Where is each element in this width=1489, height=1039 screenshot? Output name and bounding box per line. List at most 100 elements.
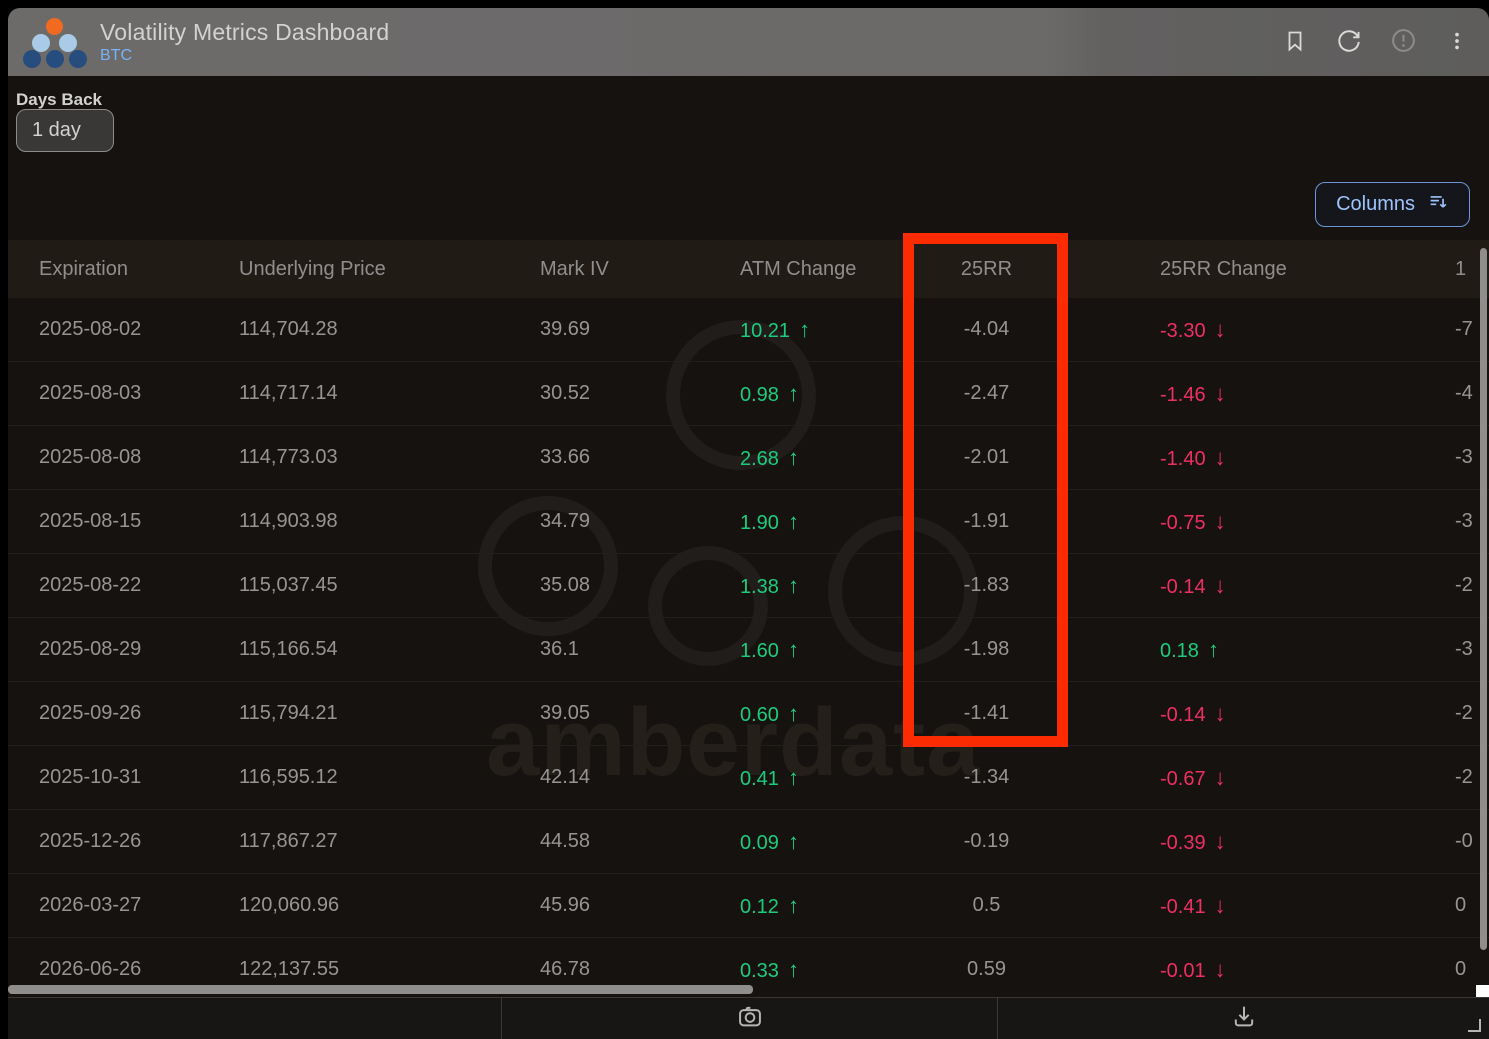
bookmark-button[interactable] [1281, 28, 1309, 56]
vertical-scrollbar[interactable] [1480, 248, 1487, 950]
cell-25rr: -2.47 [905, 382, 1068, 405]
column-header-expiration[interactable]: Expiration [8, 258, 239, 281]
arrow-down-icon: ↓ [1215, 445, 1226, 470]
column-header-mark-iv[interactable]: Mark IV [540, 258, 740, 281]
arrow-down-icon: ↓ [1215, 701, 1226, 726]
cell-25rr: -1.98 [905, 638, 1068, 661]
cell-25rr: -1.83 [905, 574, 1068, 597]
cell-25rr-change: -0.75↓ [1068, 509, 1363, 535]
cell-atm-change-value: 10.21 [740, 320, 790, 342]
arrow-up-icon: ↑ [799, 317, 810, 342]
cell-next-column-partial: -2 [1363, 766, 1489, 789]
cell-atm-change-value: 0.60 [740, 704, 779, 726]
columns-button[interactable]: Columns [1315, 182, 1470, 227]
cell-25rr: -1.91 [905, 510, 1068, 533]
cell-atm-change-value: 1.38 [740, 576, 779, 598]
cell-25rr-change: -0.14 ↓ [1068, 701, 1363, 727]
table-row: 2025-08-15114,903.9834.791.90↑-1.91-0.75… [8, 490, 1489, 554]
column-header-underlying-price[interactable]: Underlying Price [239, 258, 540, 281]
cell-25rr-change-value: 0.18 [1160, 640, 1199, 662]
cell-next-column-partial: -2 [1363, 702, 1489, 725]
cell-underlying-price: 115,166.54 [239, 638, 540, 661]
cell-25rr: -2.01 [905, 446, 1068, 469]
cell-mark-iv: 36.1 [540, 638, 740, 661]
asset-label: BTC [100, 47, 389, 65]
cell-25rr-change-value: -3.30 [1160, 320, 1206, 342]
table-row: 2025-08-29115,166.5436.11.60↑-1.980.18↑-… [8, 618, 1489, 682]
more-options-button[interactable] [1443, 28, 1471, 56]
screenshot-button[interactable] [502, 998, 998, 1039]
table-row: 2025-08-08114,773.0333.662.68↑-2.01-1.40… [8, 426, 1489, 490]
cell-expiration: 2025-08-03 [8, 382, 239, 405]
table-row: 2025-08-02114,704.2839.6910.21↑-4.04-3.3… [8, 298, 1489, 362]
table-header-row: ExpirationUnderlying PriceMark IVATM Cha… [8, 240, 1489, 298]
cell-underlying-price: 114,773.03 [239, 446, 540, 469]
page-title: Volatility Metrics Dashboard [100, 19, 389, 46]
arrow-down-icon: ↓ [1215, 381, 1226, 406]
arrow-down-icon: ↓ [1215, 765, 1226, 790]
cell-atm-change-value: 0.41 [740, 768, 779, 790]
arrow-up-icon: ↑ [1208, 637, 1219, 662]
cell-next-column-partial: -3 [1363, 638, 1489, 661]
cell-atm-change: 1.38 ↑ [740, 573, 905, 599]
cell-next-column-partial: 0 [1363, 894, 1489, 917]
cell-atm-change-value: 0.12 [740, 896, 779, 918]
arrow-down-icon: ↓ [1215, 893, 1226, 918]
cell-25rr-change: -1.46↓ [1068, 381, 1363, 407]
cell-atm-change: 10.21 ↑ [740, 317, 905, 343]
cell-25rr: -1.41 [905, 702, 1068, 725]
arrow-up-icon: ↑ [788, 573, 799, 598]
alert-icon [1390, 27, 1417, 57]
cell-expiration: 2025-08-02 [8, 318, 239, 341]
arrow-up-icon: ↑ [788, 893, 799, 918]
cell-25rr: -0.19 [905, 830, 1068, 853]
column-header-atm-change[interactable]: ATM Change [740, 258, 905, 281]
arrow-down-icon: ↓ [1215, 509, 1226, 534]
days-back-selector[interactable]: 1 day [16, 109, 114, 152]
arrow-down-icon: ↓ [1215, 573, 1226, 598]
cell-mark-iv: 33.66 [540, 446, 740, 469]
cell-underlying-price: 115,794.21 [239, 702, 540, 725]
cell-25rr-change-value: -0.14 [1160, 704, 1206, 726]
cell-25rr-change: -0.41↓ [1068, 893, 1363, 919]
column-header-1[interactable]: 1 [1363, 258, 1489, 281]
cell-atm-change: 0.33↑ [740, 957, 905, 983]
resize-handle[interactable] [1468, 1019, 1481, 1032]
alert-button[interactable] [1389, 28, 1417, 56]
arrow-up-icon: ↑ [788, 637, 799, 662]
scrollbar-corner [1476, 985, 1489, 997]
cell-mark-iv: 34.79 [540, 510, 740, 533]
arrow-up-icon: ↑ [788, 445, 799, 470]
cell-expiration: 2025-08-29 [8, 638, 239, 661]
cell-underlying-price: 122,137.55 [239, 958, 540, 981]
table-row: 2025-08-22115,037.4535.081.38↑-1.83-0.14… [8, 554, 1489, 618]
cell-atm-change: 0.98↑ [740, 381, 905, 407]
column-header-25rr[interactable]: 25RR [905, 258, 1068, 281]
camera-icon [736, 1002, 764, 1035]
cell-mark-iv: 45.96 [540, 894, 740, 917]
header: Volatility Metrics Dashboard BTC [8, 8, 1489, 76]
cell-mark-iv: 42.14 [540, 766, 740, 789]
cell-expiration: 2025-12-26 [8, 830, 239, 853]
cell-next-column-partial: -3 [1363, 446, 1489, 469]
cell-underlying-price: 114,704.28 [239, 318, 540, 341]
cell-atm-change-value: 0.09 [740, 832, 779, 854]
table-body: 2025-08-02114,704.2839.6910.21↑-4.04-3.3… [8, 298, 1489, 985]
days-back-label: Days Back [16, 90, 102, 110]
download-icon [1230, 1002, 1258, 1035]
cell-atm-change-value: 1.90 [740, 512, 779, 534]
refresh-button[interactable] [1335, 28, 1363, 56]
arrow-up-icon: ↑ [788, 829, 799, 854]
column-header-25rr-change[interactable]: 25RR Change [1068, 258, 1363, 281]
arrow-down-icon: ↓ [1215, 957, 1226, 982]
cell-25rr-change-value: -1.40 [1160, 448, 1206, 470]
cell-expiration: 2026-03-27 [8, 894, 239, 917]
horizontal-scrollbar[interactable] [8, 985, 753, 994]
cell-next-column-partial: -4 [1363, 382, 1489, 405]
table-row: 2026-06-26122,137.5546.780.33↑0.59-0.01↓… [8, 938, 1489, 985]
cell-25rr-change: -0.14↓ [1068, 573, 1363, 599]
cell-next-column-partial: -3 [1363, 510, 1489, 533]
table-row: 2026-03-27120,060.9645.960.12↑0.5-0.41↓0 [8, 874, 1489, 938]
download-button[interactable] [998, 998, 1489, 1039]
cell-atm-change-value: 2.68 [740, 448, 779, 470]
